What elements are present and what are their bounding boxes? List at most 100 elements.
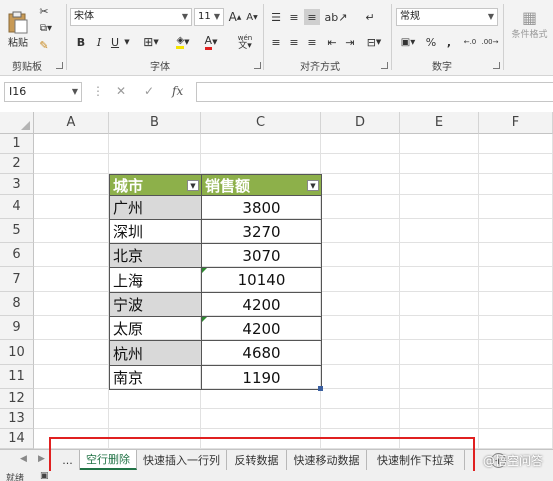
increase-indent-button[interactable]: ⇥ — [342, 34, 358, 50]
row-header-2[interactable]: 2 — [0, 154, 34, 174]
city-cell[interactable]: 广州 — [109, 195, 202, 220]
align-bottom-button[interactable]: ≡ — [304, 9, 320, 25]
cut-button[interactable]: ✂ — [36, 4, 52, 18]
decrease-decimal-button[interactable]: .00→ — [482, 34, 499, 50]
phonetic-button[interactable]: wén 文▾ — [234, 33, 256, 51]
sales-cell[interactable]: 4200 — [201, 316, 322, 341]
sheet-tab[interactable]: 快速插入一行列 — [137, 450, 227, 470]
sales-cell[interactable]: 4200 — [201, 292, 322, 317]
align-middle-button[interactable]: ≡ — [286, 9, 302, 25]
merge-icon: ⊟ — [366, 35, 376, 49]
column-header-f[interactable]: F — [479, 112, 553, 134]
row-header-5[interactable]: 5 — [0, 219, 34, 243]
filter-dropdown-button[interactable]: ▼ — [187, 180, 199, 191]
insert-function-icon[interactable]: fx — [172, 84, 183, 98]
paste-button[interactable]: 粘贴 — [4, 4, 32, 54]
sales-cell[interactable]: 3270 — [201, 219, 322, 244]
percent-button[interactable]: % — [424, 34, 438, 50]
worksheet-grid[interactable]: ABCDEF 1 2 3 4 5 6 7 8 9 10 11 12 13 14 城市 ▼ 销售额 ▼ 广州 3800… — [0, 112, 553, 449]
enter-icon[interactable]: ✓ — [144, 84, 154, 98]
tab-ellipsis[interactable]: ... — [56, 450, 80, 470]
increase-decimal-button[interactable]: ←.0 — [462, 34, 478, 50]
underline-button[interactable]: U — [108, 34, 122, 50]
row-header-8[interactable]: 8 — [0, 292, 34, 316]
city-cell[interactable]: 宁波 — [109, 292, 202, 317]
city-cell[interactable]: 北京 — [109, 243, 202, 268]
number-launcher[interactable] — [493, 62, 500, 69]
comma-button[interactable]: , — [442, 34, 456, 50]
city-cell[interactable]: 杭州 — [109, 340, 202, 366]
formula-input[interactable] — [196, 82, 553, 102]
row-header-3[interactable]: 3 — [0, 174, 34, 195]
wrap-text-button[interactable]: ↵ — [362, 9, 378, 25]
align-right-button[interactable]: ≡ — [304, 34, 320, 50]
font-size-select[interactable]: 11 ▼ — [194, 8, 224, 26]
tab-scroll-right-icon[interactable]: ▶ — [38, 454, 45, 464]
row-header-4[interactable]: 4 — [0, 195, 34, 219]
row-header-13[interactable]: 13 — [0, 409, 34, 429]
conditional-format-button[interactable]: ▦ 条件格式 — [506, 4, 553, 44]
sales-cell[interactable]: 4680 — [201, 340, 322, 366]
column-header-c[interactable]: C — [201, 112, 321, 134]
sheet-tab[interactable]: 空行删除 — [80, 450, 137, 470]
column-header-e[interactable]: E — [400, 112, 479, 134]
column-header-a[interactable]: A — [34, 112, 109, 134]
tab-scroll-left-icon[interactable]: ◀ — [20, 454, 27, 464]
table-header-cell[interactable]: 城市 ▼ — [109, 174, 202, 196]
city-cell[interactable]: 太原 — [109, 316, 202, 341]
table-header-cell[interactable]: 销售额 ▼ — [201, 174, 322, 196]
sales-cell[interactable]: 3070 — [201, 243, 322, 268]
sheet-tab[interactable]: 反转数据 — [227, 450, 287, 470]
accounting-format-button[interactable]: ▣▾ — [398, 34, 418, 50]
border-button[interactable]: ⊞ ▼ — [140, 34, 162, 50]
align-center-button[interactable]: ≡ — [286, 34, 302, 50]
bold-button[interactable]: B — [74, 34, 88, 50]
sheet-tab[interactable]: 快速制作下拉菜 — [367, 450, 465, 470]
city-cell[interactable]: 南京 — [109, 365, 202, 390]
chevron-down-icon: ▼ — [213, 12, 220, 21]
city-cell[interactable]: 深圳 — [109, 219, 202, 244]
italic-button[interactable]: I — [92, 34, 106, 50]
sales-cell[interactable]: 1190 — [201, 365, 322, 390]
gridline — [34, 408, 553, 409]
sheet-tab[interactable]: 快速移动数据 — [287, 450, 367, 470]
font-color-button[interactable]: A ▼ — [200, 34, 222, 50]
select-all-button[interactable] — [0, 112, 34, 134]
shrink-font-button[interactable]: A ▼ — [245, 9, 259, 25]
clipboard-icon — [8, 11, 28, 33]
merge-center-button[interactable]: ⊟ ▼ — [362, 34, 386, 50]
row-header-6[interactable]: 6 — [0, 243, 34, 267]
grow-font-button[interactable]: A ▲ — [228, 9, 242, 25]
row-header-14[interactable]: 14 — [0, 429, 34, 449]
fill-handle[interactable] — [318, 386, 323, 391]
city-cell[interactable]: 上海 — [109, 267, 202, 293]
copy-button[interactable]: ⧉▾ — [36, 21, 56, 35]
row-header-10[interactable]: 10 — [0, 340, 34, 365]
format-painter-button[interactable]: ✎ — [36, 38, 52, 52]
fill-color-button[interactable]: ◈ ▼ — [172, 34, 194, 50]
phonetic-icon: 文▾ — [238, 41, 252, 51]
name-box[interactable]: I16 ▼ — [4, 82, 82, 102]
column-header-b[interactable]: B — [109, 112, 201, 134]
cancel-icon[interactable]: ✕ — [116, 84, 126, 98]
align-left-button[interactable]: ≡ — [268, 34, 284, 50]
decrease-indent-button[interactable]: ⇤ — [324, 34, 340, 50]
row-header-11[interactable]: 11 — [0, 365, 34, 389]
clipboard-launcher[interactable] — [56, 62, 63, 69]
filter-dropdown-button[interactable]: ▼ — [307, 180, 319, 191]
orientation-button[interactable]: ab↗ — [324, 9, 348, 25]
macro-record-icon[interactable]: ▣ — [40, 471, 49, 481]
column-header-d[interactable]: D — [321, 112, 400, 134]
sales-cell[interactable]: 3800 — [201, 195, 322, 220]
row-header-12[interactable]: 12 — [0, 389, 34, 409]
row-header-9[interactable]: 9 — [0, 316, 34, 340]
font-launcher[interactable] — [254, 62, 261, 69]
align-top-button[interactable]: ☰ — [268, 9, 284, 25]
sales-cell[interactable]: 10140 — [201, 267, 322, 293]
number-format-select[interactable]: 常规 ▼ — [396, 8, 498, 26]
row-header-7[interactable]: 7 — [0, 267, 34, 292]
underline-dropdown[interactable]: ▼ — [123, 34, 131, 50]
alignment-launcher[interactable] — [381, 62, 388, 69]
font-name-select[interactable]: 宋体 ▼ — [70, 8, 192, 26]
row-header-1[interactable]: 1 — [0, 134, 34, 154]
